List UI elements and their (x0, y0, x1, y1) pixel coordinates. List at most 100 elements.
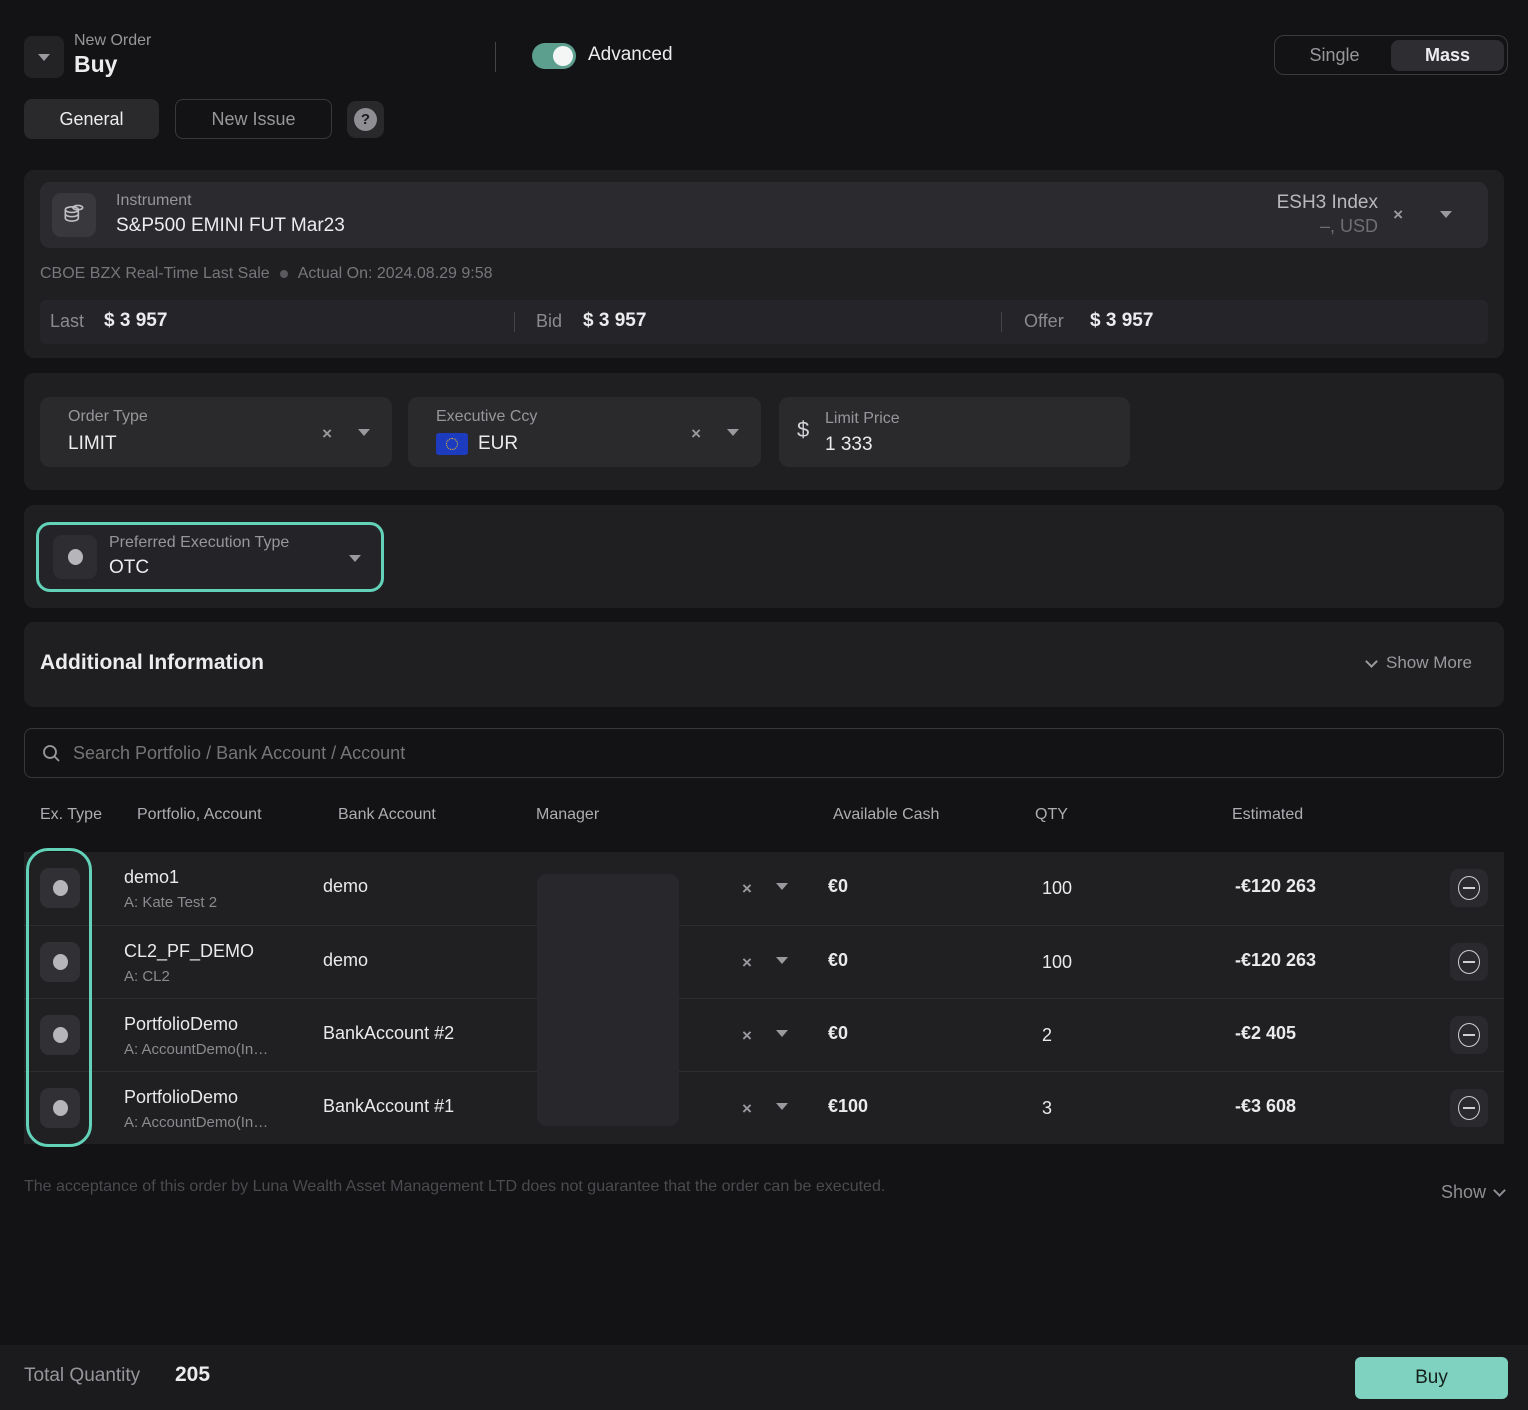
col-manager: Manager (536, 806, 599, 824)
manager-clear-icon[interactable]: × (742, 1100, 752, 1117)
remove-row-button[interactable] (1450, 943, 1488, 981)
order-type-field[interactable]: Order Type LIMIT × (40, 397, 392, 467)
advanced-label: Advanced (588, 44, 673, 66)
tab-general[interactable]: General (24, 99, 159, 139)
remove-row-button[interactable] (1450, 1089, 1488, 1127)
ex-type-button[interactable] (40, 1015, 80, 1055)
minus-circle-icon (1458, 876, 1480, 900)
instrument-field[interactable]: Instrument S&P500 EMINI FUT Mar23 ESH3 I… (40, 182, 1488, 248)
manager-clear-icon[interactable]: × (742, 880, 752, 897)
preferred-execution-label: Preferred Execution Type (109, 534, 289, 552)
portfolio-name: PortfolioDemo (124, 1087, 238, 1108)
estimated-value: -€120 263 (1235, 876, 1316, 897)
feed-name: CBOE BZX Real-Time Last Sale (40, 265, 270, 283)
table-row[interactable]: demo1 A: Kate Test 2 demo × €0 100 -€120… (24, 852, 1504, 925)
instrument-name: S&P500 EMINI FUT Mar23 (116, 215, 345, 237)
show-label: Show (1441, 1182, 1486, 1203)
footer-bar: Total Quantity 205 Buy (0, 1345, 1528, 1410)
bid-value: $ 3 957 (583, 310, 646, 332)
preferred-execution-field[interactable]: Preferred Execution Type OTC (36, 522, 384, 592)
tab-new-issue[interactable]: New Issue (175, 99, 332, 139)
available-cash: €0 (828, 950, 848, 971)
available-cash: €100 (828, 1096, 868, 1117)
execution-type-icon (53, 535, 97, 579)
table-row[interactable]: CL2_PF_DEMO A: CL2 demo × €0 100 -€120 2… (24, 925, 1504, 998)
show-more-button[interactable]: Show More (1367, 653, 1472, 673)
advanced-toggle[interactable] (532, 43, 576, 69)
qty-value[interactable]: 100 (1042, 952, 1072, 973)
remove-row-button[interactable] (1450, 869, 1488, 907)
instrument-ticker-sub: –, USD (1320, 216, 1378, 237)
instrument-dropdown-icon[interactable] (1440, 211, 1452, 218)
total-quantity-value: 205 (175, 1363, 210, 1387)
limit-price-field[interactable]: $ Limit Price 1 333 (779, 397, 1130, 467)
chevron-down-icon (1493, 1184, 1506, 1197)
mode-single-button[interactable]: Single (1278, 45, 1391, 66)
ex-type-button[interactable] (40, 1088, 80, 1128)
show-button[interactable]: Show (1441, 1182, 1504, 1203)
qty-value[interactable]: 3 (1042, 1098, 1052, 1119)
manager-dropdown-icon[interactable] (776, 883, 788, 890)
instrument-label: Instrument (116, 192, 192, 210)
estimated-value: -€3 608 (1235, 1096, 1296, 1117)
order-params-section: Order Type LIMIT × Executive Ccy EUR × $… (24, 373, 1504, 490)
search-bar[interactable] (24, 728, 1504, 778)
minus-circle-icon (1458, 1096, 1480, 1120)
additional-info-section: Additional Information Show More (24, 622, 1504, 707)
bank-account: demo (323, 950, 368, 971)
preferred-execution-section: Preferred Execution Type OTC (24, 505, 1504, 608)
search-input[interactable] (73, 743, 1487, 764)
manager-clear-icon[interactable]: × (742, 1027, 752, 1044)
instrument-clear-icon[interactable]: × (1393, 206, 1403, 223)
order-type-label: Order Type (68, 408, 148, 426)
instrument-icon (52, 193, 96, 237)
show-more-label: Show More (1386, 653, 1472, 673)
remove-row-button[interactable] (1450, 1016, 1488, 1054)
offer-value: $ 3 957 (1090, 310, 1153, 332)
qty-value[interactable]: 100 (1042, 878, 1072, 899)
quote-bar: Last $ 3 957 Bid $ 3 957 Offer $ 3 957 (40, 300, 1488, 344)
account-name: A: AccountDemo(In… (124, 1041, 268, 1058)
table-row[interactable]: PortfolioDemo A: AccountDemo(In… BankAcc… (24, 1071, 1504, 1144)
new-order-label: New Order (74, 32, 151, 50)
account-name: A: CL2 (124, 968, 170, 985)
ex-type-button[interactable] (40, 868, 80, 908)
order-side-dropdown-button[interactable] (24, 36, 64, 78)
order-type-clear-icon[interactable]: × (322, 425, 332, 442)
market-data-row: CBOE BZX Real-Time Last Sale Actual On: … (40, 265, 493, 283)
manager-clear-icon[interactable]: × (742, 954, 752, 971)
order-type-value: LIMIT (68, 433, 117, 455)
portfolio-name: demo1 (124, 867, 179, 888)
table-row[interactable]: PortfolioDemo A: AccountDemo(In… BankAcc… (24, 998, 1504, 1071)
col-ex-type: Ex. Type (40, 806, 102, 824)
question-icon: ? (354, 108, 377, 131)
qty-value[interactable]: 2 (1042, 1025, 1052, 1046)
table-header: Ex. Type Portfolio, Account Bank Account… (24, 806, 1504, 830)
help-button[interactable]: ? (347, 101, 384, 138)
preferred-execution-dropdown-icon[interactable] (349, 555, 361, 562)
new-order-window: New Order Buy Advanced Single Mass Gener… (0, 0, 1528, 1410)
preferred-execution-value: OTC (109, 557, 149, 579)
dot-icon (53, 954, 68, 970)
bullet-icon (280, 270, 288, 278)
total-quantity-label: Total Quantity (24, 1365, 140, 1387)
col-available-cash: Available Cash (833, 806, 939, 824)
dollar-icon: $ (797, 417, 809, 443)
bank-account: BankAccount #1 (323, 1096, 454, 1117)
quote-divider (514, 312, 515, 332)
executive-ccy-value: EUR (478, 433, 518, 455)
mode-mass-button[interactable]: Mass (1391, 40, 1504, 71)
account-name: A: Kate Test 2 (124, 894, 217, 911)
actual-on: Actual On: 2024.08.29 9:58 (298, 265, 493, 283)
manager-dropdown-icon[interactable] (776, 1030, 788, 1037)
order-type-dropdown-icon[interactable] (358, 429, 370, 436)
manager-dropdown-icon[interactable] (776, 957, 788, 964)
minus-circle-icon (1458, 950, 1480, 974)
ex-type-button[interactable] (40, 942, 80, 982)
buy-button[interactable]: Buy (1355, 1357, 1508, 1399)
executive-ccy-field[interactable]: Executive Ccy EUR × (408, 397, 761, 467)
executive-ccy-clear-icon[interactable]: × (691, 425, 701, 442)
manager-dropdown-icon[interactable] (776, 1103, 788, 1110)
last-value: $ 3 957 (104, 310, 167, 332)
executive-ccy-dropdown-icon[interactable] (727, 429, 739, 436)
